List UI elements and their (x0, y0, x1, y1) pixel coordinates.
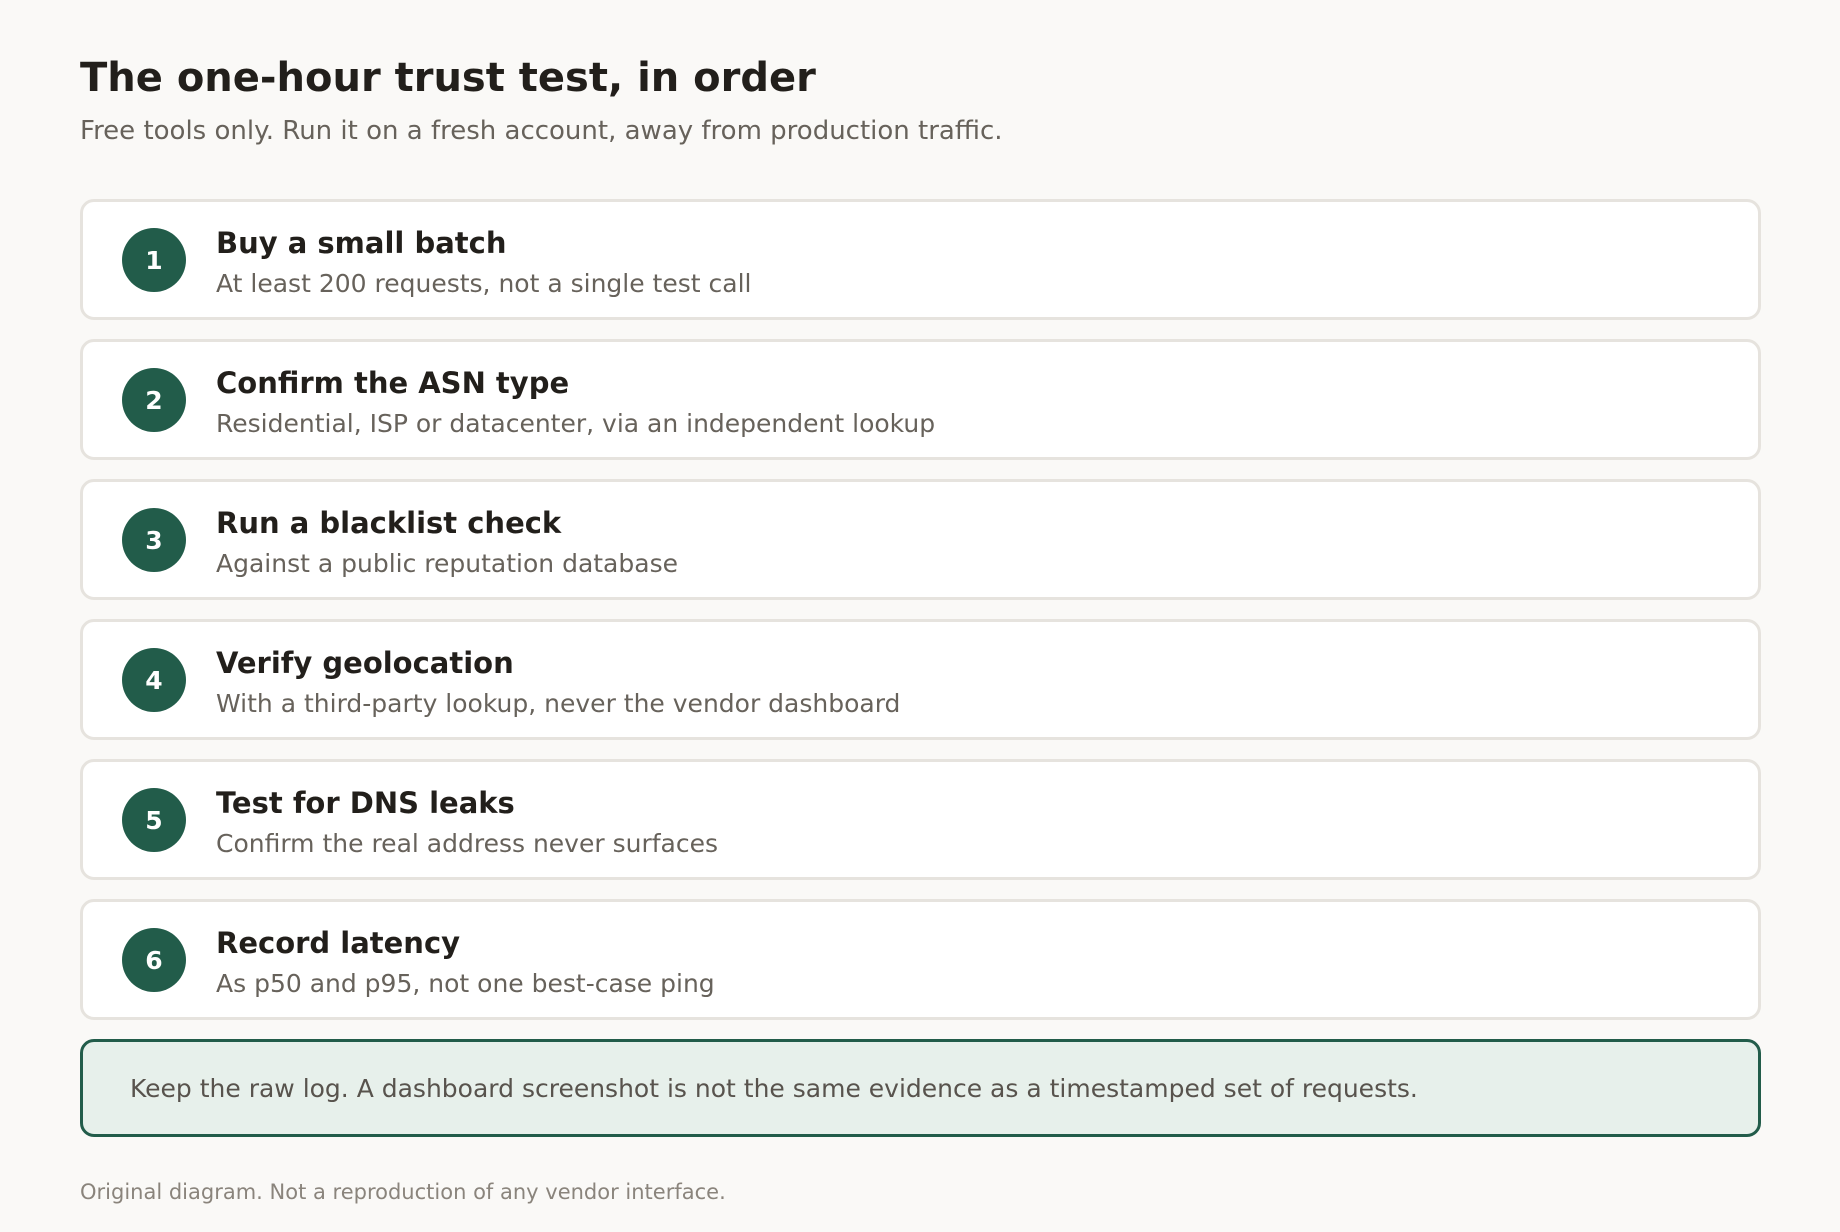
step-number-badge: 3 (122, 508, 186, 572)
page-title: The one-hour trust test, in order (80, 55, 816, 101)
steps-list: 1 Buy a small batch At least 200 request… (80, 199, 1761, 1039)
step-card-1: 1 Buy a small batch At least 200 request… (80, 199, 1761, 320)
step-number-badge: 6 (122, 928, 186, 992)
callout-note: Keep the raw log. A dashboard screenshot… (80, 1039, 1761, 1137)
step-number-badge: 1 (122, 228, 186, 292)
callout-note-text: Keep the raw log. A dashboard screenshot… (130, 1074, 1418, 1103)
step-title: Confirm the ASN type (216, 366, 570, 400)
step-card-2: 2 Confirm the ASN type Residential, ISP … (80, 339, 1761, 460)
step-title: Verify geolocation (216, 646, 514, 680)
footer-caption: Original diagram. Not a reproduction of … (80, 1180, 726, 1204)
step-number-badge: 2 (122, 368, 186, 432)
step-card-3: 3 Run a blacklist check Against a public… (80, 479, 1761, 600)
step-description: Residential, ISP or datacenter, via an i… (216, 409, 936, 438)
page-subtitle: Free tools only. Run it on a fresh accou… (80, 116, 1003, 146)
step-title: Run a blacklist check (216, 506, 562, 540)
step-description: At least 200 requests, not a single test… (216, 269, 752, 298)
step-title: Test for DNS leaks (216, 786, 515, 820)
step-number-badge: 5 (122, 788, 186, 852)
step-description: As p50 and p95, not one best-case ping (216, 969, 715, 998)
step-description: With a third-party lookup, never the ven… (216, 689, 901, 718)
step-title: Buy a small batch (216, 226, 507, 260)
step-card-6: 6 Record latency As p50 and p95, not one… (80, 899, 1761, 1020)
step-description: Confirm the real address never surfaces (216, 829, 718, 858)
step-title: Record latency (216, 926, 461, 960)
step-card-5: 5 Test for DNS leaks Confirm the real ad… (80, 759, 1761, 880)
step-number-badge: 4 (122, 648, 186, 712)
step-card-4: 4 Verify geolocation With a third-party … (80, 619, 1761, 740)
step-description: Against a public reputation database (216, 549, 678, 578)
